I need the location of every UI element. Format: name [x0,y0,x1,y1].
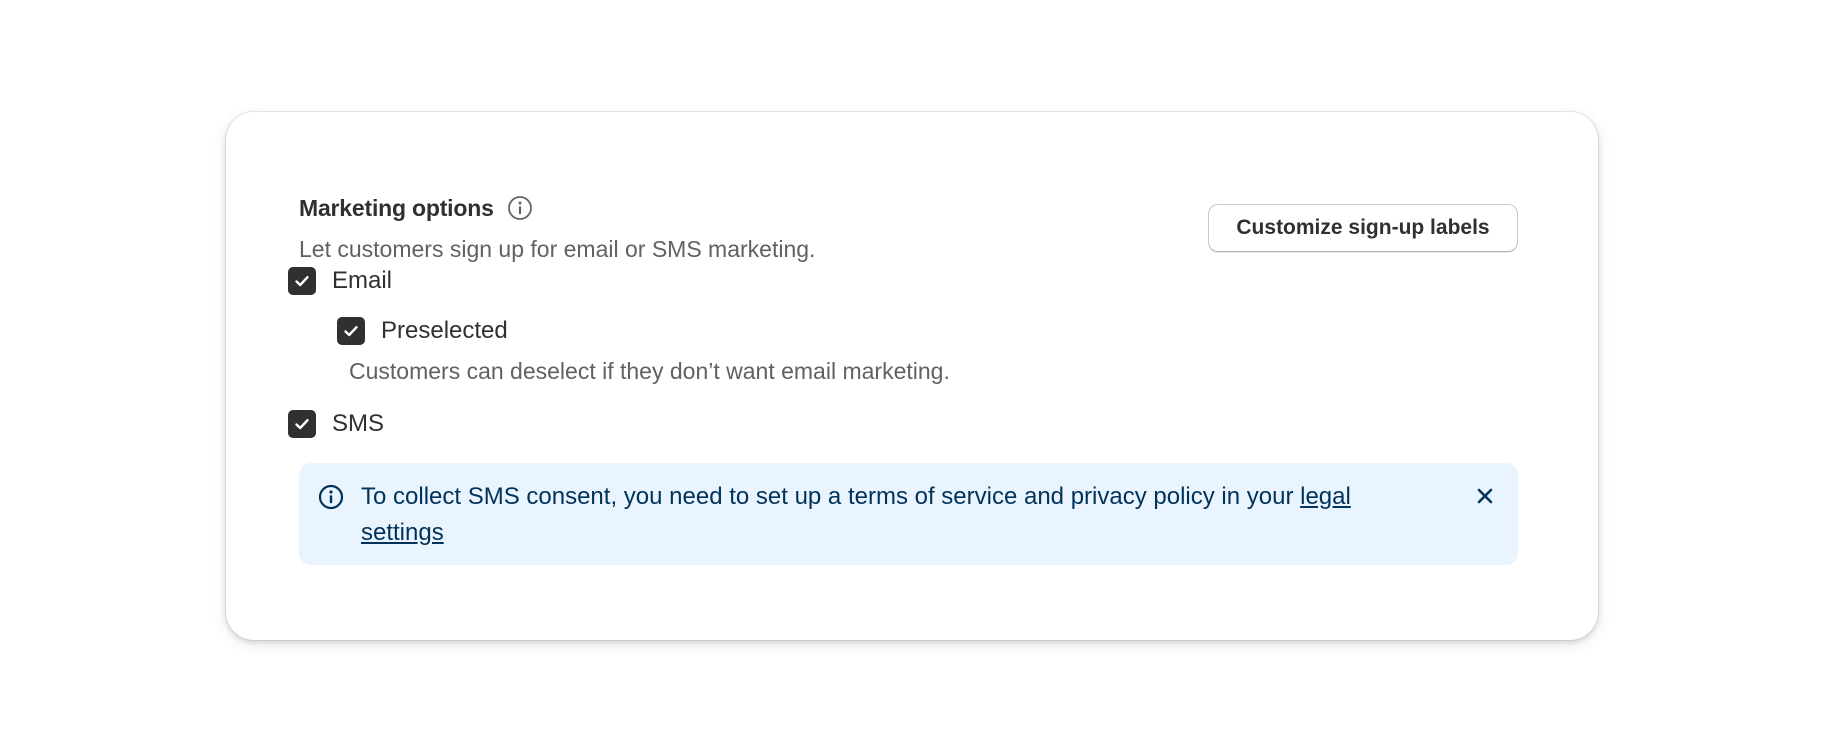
email-label: Email [332,267,393,294]
page: Marketing options Let customers sign up … [0,0,1824,752]
preselected-help-text: Customers can deselect if they don’t wan… [349,358,950,384]
preselected-label: Preselected [381,317,508,344]
email-option[interactable]: Email [288,267,392,295]
section-subtitle: Let customers sign up for email or SMS m… [299,236,816,262]
section-title: Marketing options [299,194,494,221]
checkmark-icon [295,419,309,430]
section-header: Marketing options [299,194,534,222]
sms-option[interactable]: SMS [288,410,384,438]
sms-label: SMS [332,410,385,437]
checkmark-icon [344,326,358,337]
banner-text: To collect SMS consent, you need to set … [361,483,1301,510]
checkmark-icon [295,276,309,287]
preselected-option[interactable]: Preselected [337,317,508,345]
customize-sign-up-labels-button[interactable]: Customize sign-up labels [1208,204,1518,252]
banner-message: To collect SMS consent, you need to set … [361,479,1411,551]
close-icon [1477,488,1493,504]
info-icon[interactable] [506,194,534,222]
sms-consent-banner: To collect SMS consent, you need to set … [299,463,1518,565]
preselected-checkbox[interactable] [337,317,365,345]
email-checkbox[interactable] [288,267,316,295]
marketing-options-card: Marketing options Let customers sign up … [226,112,1598,640]
info-circle-icon [317,483,345,511]
dismiss-banner-button[interactable] [1470,481,1500,511]
sms-checkbox[interactable] [288,410,316,438]
